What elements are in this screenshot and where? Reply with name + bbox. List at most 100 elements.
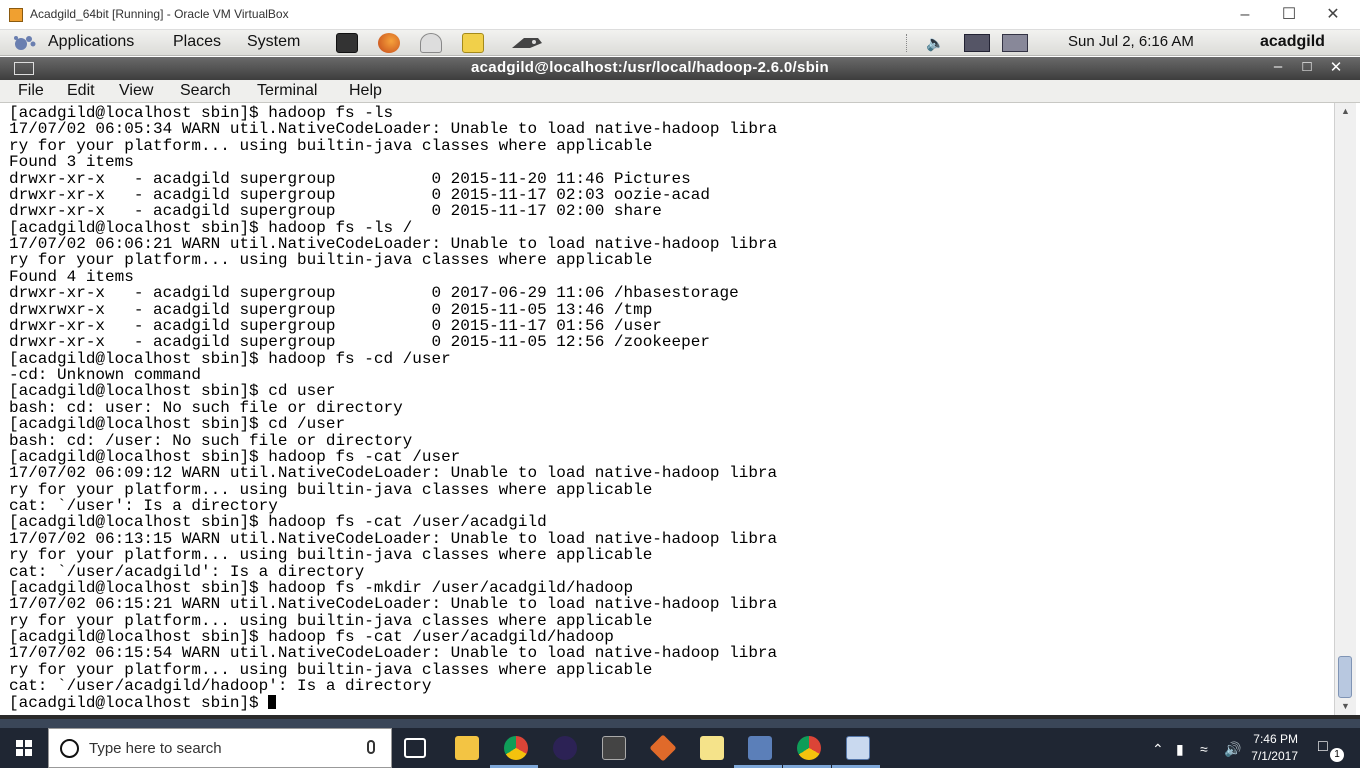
taskbar-date[interactable]: 7/1/2017: [1246, 749, 1298, 763]
gnome-top-panel: Applications Places System 🔈 Sun Jul 2, …: [0, 30, 1360, 56]
terminal-line: [acadgild@localhost sbin]$ hadoop fs -cd…: [9, 349, 451, 368]
terminal-title: acadgild@localhost:/usr/local/hadoop-2.6…: [471, 59, 829, 76]
terminal-line: [acadgild@localhost sbin]$ hadoop fs -ca…: [9, 628, 614, 646]
scrollbar-thumb[interactable]: [1338, 656, 1352, 698]
firefox-launcher-icon[interactable]: [378, 33, 400, 53]
windows-taskbar: Type here to search ⌃ ▮ ≈ 🔊 7:46 PM 7/1/…: [0, 728, 1360, 768]
terminal-line: 17/07/02 06:15:21 WARN util.NativeCodeLo…: [9, 595, 778, 614]
chrome-icon[interactable]: [504, 736, 528, 760]
battery-icon[interactable]: ▮: [1176, 741, 1184, 758]
git-icon[interactable]: [649, 734, 677, 762]
screenshot-launcher-icon[interactable]: [510, 34, 544, 52]
terminal-line: [acadgild@localhost sbin]$ hadoop fs -ls…: [9, 218, 413, 237]
terminal-line: [acadgild@localhost sbin]$ hadoop fs -ca…: [9, 447, 461, 466]
network-icon[interactable]: [1002, 34, 1028, 52]
terminal-line: -cd: Unknown command: [9, 366, 202, 384]
menu-terminal[interactable]: Terminal: [257, 82, 317, 100]
virtualbox-titlebar: Acadgild_64bit [Running] - Oracle VM Vir…: [0, 0, 1360, 30]
applications-menu[interactable]: Applications: [48, 33, 134, 51]
terminal-line: [acadgild@localhost sbin]$ cd /user: [9, 415, 346, 434]
terminal-line: drwxrwxr-x - acadgild supergroup 0 2015-…: [9, 300, 653, 319]
terminal-line: 17/07/02 06:15:54 WARN util.NativeCodeLo…: [9, 644, 778, 663]
terminal-line: drwxr-xr-x - acadgild supergroup 0 2015-…: [9, 316, 662, 335]
terminal-line: ry for your platform... using builtin-ja…: [9, 480, 653, 499]
panel-username[interactable]: acadgild: [1260, 33, 1325, 51]
terminal-line: drwxr-xr-x - acadgild supergroup 0 2015-…: [9, 202, 662, 221]
terminal-line: bash: cd: user: No such file or director…: [9, 398, 403, 417]
terminal-line: Found 3 items: [9, 153, 134, 172]
gnome-foot-icon: [14, 36, 36, 50]
terminal-line: ry for your platform... using builtin-ja…: [9, 611, 653, 630]
minimize-button[interactable]: –: [1222, 0, 1268, 30]
system-menu[interactable]: System: [247, 33, 300, 51]
task-view-icon[interactable]: [404, 738, 426, 758]
calculator-icon[interactable]: [602, 736, 626, 760]
menu-help[interactable]: Help: [349, 82, 382, 100]
notification-badge: 1: [1330, 748, 1344, 762]
windows-logo-icon: [16, 740, 32, 756]
places-menu[interactable]: Places: [173, 33, 221, 51]
eclipse-icon[interactable]: [553, 736, 577, 760]
menu-edit[interactable]: Edit: [67, 82, 95, 100]
show-hidden-icons-chevron-icon[interactable]: ⌃: [1152, 741, 1164, 758]
virtualbox-icon[interactable]: [748, 736, 772, 760]
menu-search[interactable]: Search: [180, 82, 231, 100]
mail-launcher-icon[interactable]: [420, 33, 442, 53]
scroll-down-arrow-icon[interactable]: ▼: [1335, 699, 1356, 713]
microphone-icon[interactable]: [367, 740, 375, 754]
terminal-line: ry for your platform... using builtin-ja…: [9, 660, 653, 679]
terminal-line: [acadgild@localhost sbin]$ cd user: [9, 382, 336, 401]
menu-view[interactable]: View: [119, 82, 153, 100]
terminal-line: [acadgild@localhost sbin]$ hadoop fs -mk…: [9, 578, 634, 597]
terminal-line: ry for your platform... using builtin-ja…: [9, 251, 653, 270]
panel-clock[interactable]: Sun Jul 2, 6:16 AM: [1068, 33, 1194, 50]
sticky-notes-icon[interactable]: [700, 736, 724, 760]
terminal-line: 17/07/02 06:09:12 WARN util.NativeCodeLo…: [9, 464, 778, 483]
terminal-line: [acadgild@localhost sbin]$ hadoop fs -ls: [9, 104, 394, 122]
terminal-line: cat: `/user/acadgild': Is a directory: [9, 562, 365, 581]
menu-file[interactable]: File: [18, 82, 44, 100]
terminal-titlebar: acadgild@localhost:/usr/local/hadoop-2.6…: [0, 57, 1360, 80]
terminal-launcher-icon[interactable]: [336, 33, 358, 53]
terminal-menubar: File Edit View Search Terminal Help: [0, 80, 1360, 103]
taskbar-search-box[interactable]: Type here to search: [48, 728, 392, 768]
text-cursor: [268, 694, 277, 709]
terminal-line: 17/07/02 06:13:15 WARN util.NativeCodeLo…: [9, 529, 778, 548]
start-button[interactable]: [0, 728, 48, 768]
taskbar-time[interactable]: 7:46 PM: [1246, 732, 1298, 746]
wordpad-icon[interactable]: [846, 736, 870, 760]
terminal-lines: [acadgild@localhost sbin]$ hadoop fs -ls…: [9, 104, 777, 695]
guest-bottom-panel: [0, 719, 1360, 728]
terminal-line: drwxr-xr-x - acadgild supergroup 0 2017-…: [9, 284, 739, 303]
file-explorer-icon[interactable]: [455, 736, 479, 760]
terminal-line: 17/07/02 06:06:21 WARN util.NativeCodeLo…: [9, 235, 778, 253]
speaker-icon[interactable]: 🔊: [1224, 741, 1241, 758]
terminal-line: cat: `/user': Is a directory: [9, 497, 278, 515]
terminal-close-button[interactable]: ✕: [1325, 58, 1347, 76]
terminal-maximize-button[interactable]: □: [1296, 58, 1318, 75]
text-editor-launcher-icon[interactable]: [462, 33, 484, 53]
terminal-scrollbar[interactable]: ▲ ▼: [1334, 103, 1356, 715]
terminal-line: Found 4 items: [9, 267, 134, 286]
terminal-line: ry for your platform... using builtin-ja…: [9, 546, 653, 565]
maximize-button[interactable]: ☐: [1266, 0, 1312, 30]
terminal-line: 17/07/02 06:05:34 WARN util.NativeCodeLo…: [9, 120, 778, 139]
terminal-line: drwxr-xr-x - acadgild supergroup 0 2015-…: [9, 169, 691, 188]
terminal-line: bash: cd: /user: No such file or directo…: [9, 431, 413, 450]
terminal-prompt: [acadgild@localhost sbin]$: [9, 693, 269, 712]
terminal-output: [acadgild@localhost sbin]$ hadoop fs -ls…: [0, 103, 1334, 711]
volume-icon[interactable]: 🔈: [926, 34, 945, 52]
network-disconnected-icon[interactable]: [964, 34, 990, 52]
terminal-line: ry for your platform... using builtin-ja…: [9, 136, 653, 155]
chrome-icon-2[interactable]: [797, 736, 821, 760]
terminal-output-area[interactable]: [acadgild@localhost sbin]$ hadoop fs -ls…: [0, 103, 1334, 715]
terminal-line: drwxr-xr-x - acadgild supergroup 0 2015-…: [9, 333, 710, 352]
terminal-minimize-button[interactable]: –: [1267, 58, 1289, 75]
virtualbox-app-icon: [9, 8, 23, 22]
scroll-up-arrow-icon[interactable]: ▲: [1335, 104, 1356, 118]
action-center-icon[interactable]: □: [1318, 738, 1328, 756]
terminal-line: [acadgild@localhost sbin]$ hadoop fs -ca…: [9, 513, 547, 532]
panel-separator: [906, 34, 909, 52]
wifi-icon[interactable]: ≈: [1200, 741, 1208, 757]
close-button[interactable]: ✕: [1310, 0, 1356, 30]
